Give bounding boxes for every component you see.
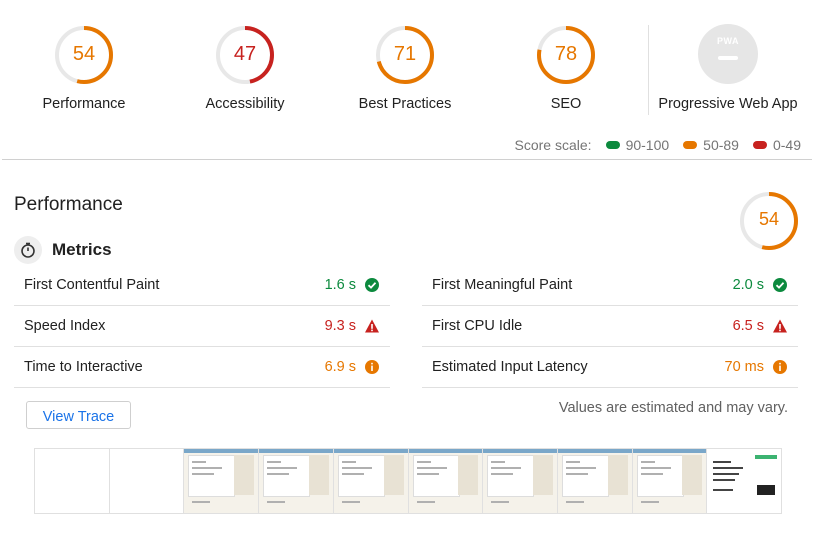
category-gauge: 54 [738, 190, 800, 252]
gauge-label: Accessibility [205, 96, 285, 112]
metrics-heading: Metrics [52, 240, 112, 259]
pwa-badge-text: PWA [716, 36, 739, 46]
metric-value: 6.5 s [732, 318, 764, 334]
section-divider [2, 159, 812, 160]
gauge-best-practices[interactable]: 71 Best Practices [330, 24, 480, 112]
metric-value: 70 ms [724, 359, 765, 375]
metric-name: Time to Interactive [24, 359, 143, 375]
filmstrip-frame [557, 449, 632, 513]
gauge-score: 54 [72, 43, 96, 65]
filmstrip-frame [483, 449, 557, 513]
filmstrip-frame [333, 449, 408, 513]
score-gauges: 54 Performance 47 Accessibility 71 Best … [0, 0, 815, 130]
gauge-label: Progressive Web App [658, 96, 798, 112]
filmstrip-frame [35, 449, 109, 513]
gauge-performance[interactable]: 54 Performance [9, 24, 159, 112]
gauge-label: Best Practices [358, 96, 452, 112]
metric-name: First Meaningful Paint [432, 277, 573, 293]
gauge-pwa[interactable]: PWA Progressive Web App [653, 24, 803, 112]
scale-average: 50-89 [683, 137, 739, 153]
score-scale-label: Score scale: [514, 137, 592, 153]
pass-pill-icon [605, 141, 620, 149]
pwa-badge-icon: PWA [698, 24, 758, 84]
metric-row: Speed Index 9.3 s [14, 305, 390, 347]
gauge-accessibility[interactable]: 47 Accessibility [170, 24, 320, 112]
pass-check-icon [364, 277, 380, 293]
filmstrip-frame [707, 449, 782, 513]
scale-pass: 90-100 [605, 137, 670, 153]
filmstrip [34, 448, 782, 514]
scale-fail: 0-49 [752, 137, 801, 153]
scale-pass-text: 90-100 [625, 137, 670, 153]
filmstrip-frame [259, 449, 333, 513]
average-info-icon [772, 359, 788, 375]
gauge-score: 71 [393, 43, 417, 65]
fail-pill-icon [752, 141, 767, 149]
metric-value: 2.0 s [732, 277, 764, 293]
pwa-dash [718, 56, 738, 60]
score-scale: Score scale: 90-100 50-89 0-49 [515, 137, 801, 153]
gauge-score: 78 [554, 43, 578, 65]
view-trace-button[interactable]: View Trace [26, 401, 131, 429]
filmstrip-frame [184, 449, 259, 513]
gauge-score: 47 [233, 43, 257, 65]
fail-warning-icon [772, 318, 788, 334]
metric-name: First Contentful Paint [24, 277, 160, 293]
filmstrip-frame [632, 449, 707, 513]
gauge-label: Performance [42, 96, 126, 112]
metric-name: First CPU Idle [432, 318, 523, 334]
filmstrip-frame [408, 449, 483, 513]
metric-value: 6.9 s [324, 359, 356, 375]
scale-average-text: 50-89 [703, 137, 739, 153]
fail-warning-icon [364, 318, 380, 334]
stopwatch-icon [14, 236, 42, 264]
metrics-header: Metrics [14, 236, 112, 264]
metric-row: First CPU Idle 6.5 s [422, 305, 798, 347]
category-title: Performance [14, 194, 123, 215]
metric-name: Speed Index [24, 318, 106, 334]
filmstrip-frame [109, 449, 184, 513]
metric-value: 1.6 s [324, 277, 356, 293]
metric-row: Time to Interactive 6.9 s [14, 346, 390, 388]
scale-fail-text: 0-49 [772, 137, 801, 153]
metric-row: First Contentful Paint 1.6 s [14, 264, 390, 306]
estimate-note: Values are estimated and may vary. [558, 400, 788, 416]
metric-row: Estimated Input Latency 70 ms [422, 346, 798, 388]
average-info-icon [364, 359, 380, 375]
gauge-seo[interactable]: 78 SEO [491, 24, 641, 112]
gauge-label: SEO [550, 96, 582, 112]
metric-value: 9.3 s [324, 318, 356, 334]
category-score: 54 [758, 209, 780, 229]
metric-row: First Meaningful Paint 2.0 s [422, 264, 798, 306]
pwa-separator [648, 25, 649, 115]
metric-name: Estimated Input Latency [432, 359, 588, 375]
pass-check-icon [772, 277, 788, 293]
average-pill-icon [683, 141, 698, 149]
